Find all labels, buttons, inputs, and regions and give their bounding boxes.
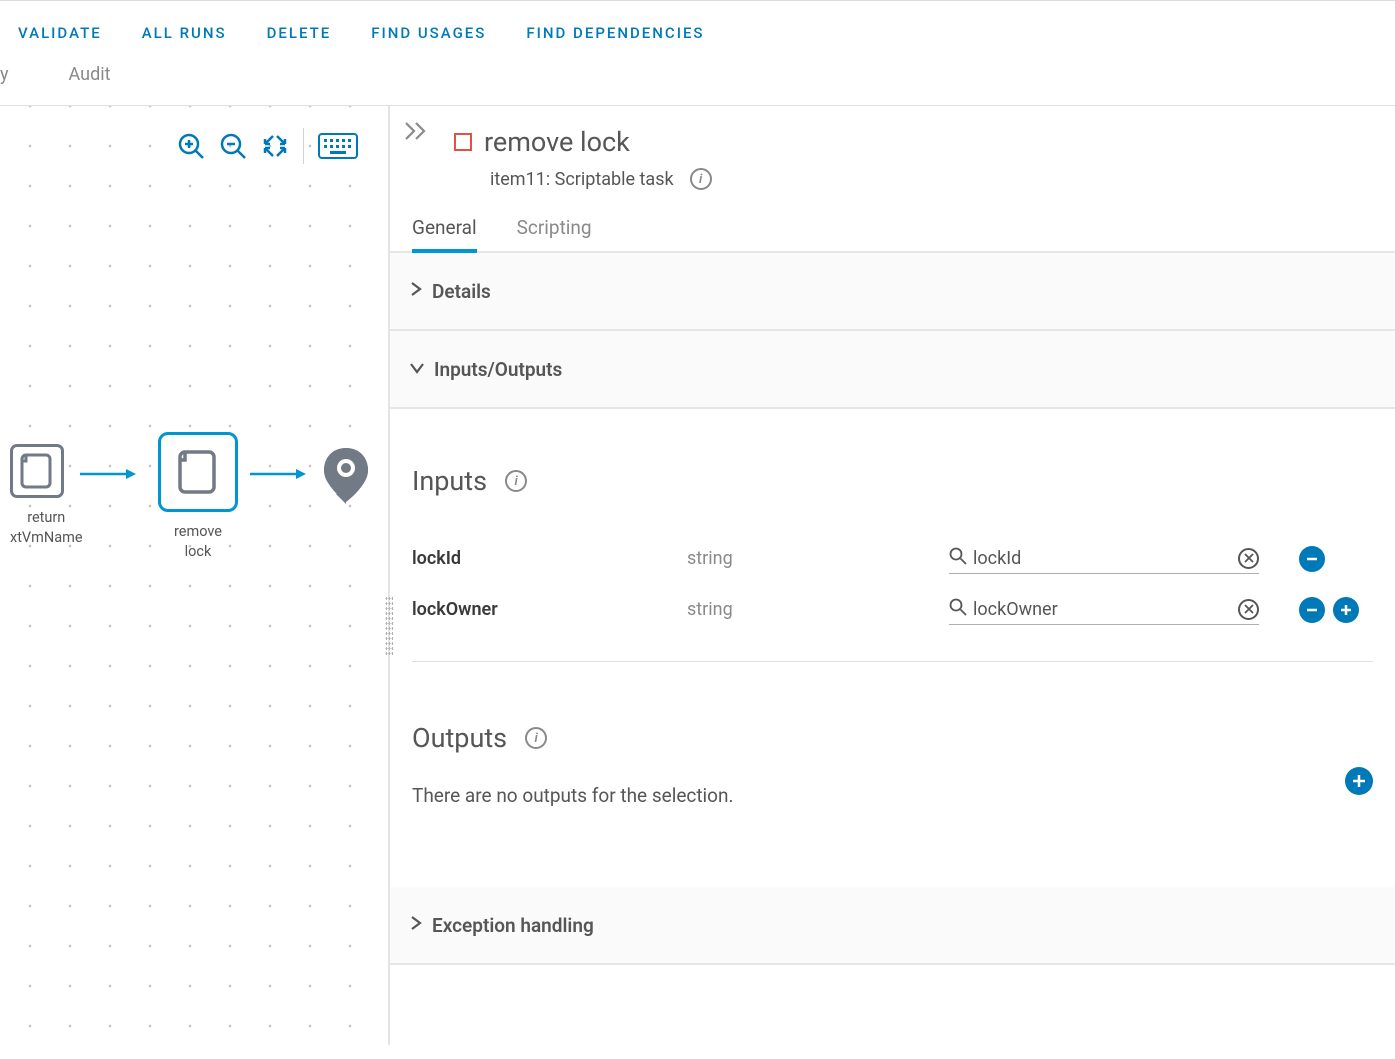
minus-icon [1305,603,1319,617]
accordion-label: Details [432,280,491,303]
subtab-truncated[interactable]: y [0,64,9,85]
panel-subtitle: item11: Scriptable task [490,169,674,190]
accordion-label: Inputs/Outputs [434,358,562,381]
input-name: lockId [412,548,687,569]
clear-icon[interactable] [1238,599,1259,620]
clear-icon[interactable] [1238,548,1259,569]
find-usages-button[interactable]: FIND USAGES [371,24,486,42]
find-dependencies-button[interactable]: FIND DEPENDENCIES [526,24,704,42]
action-toolbar: VALIDATE ALL RUNS DELETE FIND USAGES FIN… [0,6,1395,60]
info-icon[interactable]: i [505,470,527,492]
input-value-field[interactable] [949,594,1259,625]
input-row: lockId string [412,533,1373,584]
add-input-button[interactable] [1333,597,1359,623]
workflow-canvas[interactable]: return xtVmName remove lock [0,106,390,1045]
zoom-out-icon[interactable] [219,132,247,160]
delete-button[interactable]: DELETE [267,24,332,42]
accordion-details[interactable]: Details [390,253,1395,331]
input-value[interactable] [973,599,1238,620]
end-marker-icon [320,446,372,506]
minus-icon [1305,552,1319,566]
info-icon[interactable]: i [690,168,712,190]
outputs-heading: Outputs [412,722,507,754]
canvas-toolbar [177,128,358,164]
task-type-icon [454,133,472,151]
outputs-empty-text: There are no outputs for the selection. [412,784,734,807]
sub-tabs: y Audit [0,60,1395,106]
fit-screen-icon[interactable] [261,132,289,160]
input-value-field[interactable] [949,543,1259,574]
remove-input-button[interactable] [1299,546,1325,572]
flow-arrow-icon [80,468,140,480]
zoom-in-icon[interactable] [177,132,205,160]
input-name: lockOwner [412,599,687,620]
plus-icon [1339,603,1353,617]
node-label: remove lock [158,522,238,563]
input-type: string [687,599,949,620]
panel-tabs: General Scripting [390,190,1395,253]
remove-input-button[interactable] [1299,597,1325,623]
panel-title: remove lock [484,126,630,158]
chevron-down-icon [410,360,424,378]
search-icon [949,547,967,569]
accordion-label: Exception handling [432,914,594,937]
accordion-inputs-outputs[interactable]: Inputs/Outputs [390,331,1395,409]
subtab-audit[interactable]: Audit [69,64,111,85]
resize-handle[interactable] [385,596,393,656]
validate-button[interactable]: VALIDATE [18,24,102,42]
flow-arrow-icon [250,468,310,480]
canvas-node-return[interactable]: return xtVmName [10,444,83,549]
node-label: return xtVmName [10,508,83,549]
add-output-button[interactable] [1345,767,1373,795]
collapse-panel-icon[interactable] [404,122,428,140]
chevron-right-icon [410,916,422,934]
input-type: string [687,548,949,569]
search-icon [949,598,967,620]
accordion-exception-handling[interactable]: Exception handling [390,887,1395,965]
canvas-node-remove-lock-selected[interactable]: remove lock [158,432,238,563]
inputs-heading: Inputs [412,465,487,497]
all-runs-button[interactable]: ALL RUNS [142,24,227,42]
chevron-right-icon [410,282,422,300]
properties-panel: remove lock item11: Scriptable task i Ge… [390,106,1395,1045]
plus-icon [1351,773,1367,789]
input-row: lockOwner string [412,584,1373,635]
keyboard-icon[interactable] [318,133,358,159]
info-icon[interactable]: i [525,727,547,749]
tab-general[interactable]: General [412,216,477,253]
tab-scripting[interactable]: Scripting [517,216,592,251]
canvas-grid [0,106,388,1045]
script-icon [18,452,56,490]
canvas-end-node[interactable] [320,446,372,510]
script-icon [173,447,223,497]
input-value[interactable] [973,548,1238,569]
